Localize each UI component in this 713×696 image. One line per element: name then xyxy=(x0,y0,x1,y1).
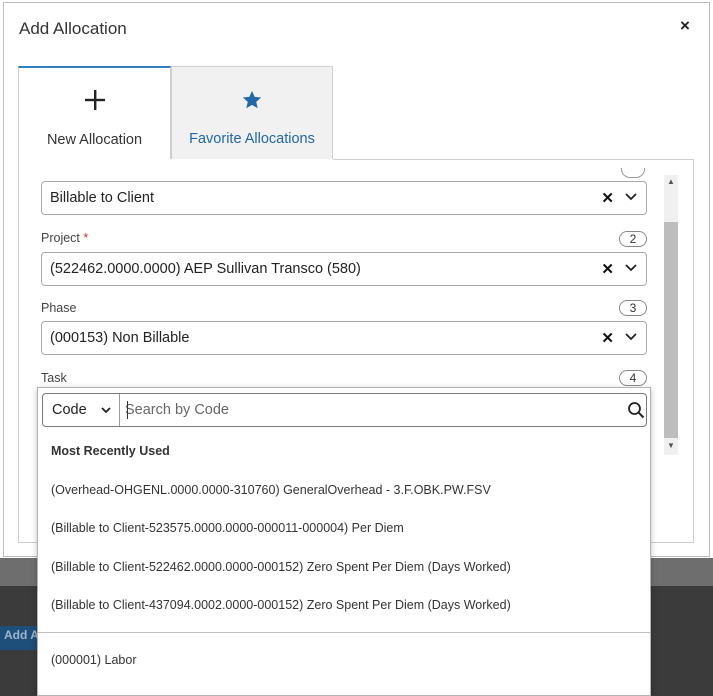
text-cursor xyxy=(127,401,128,419)
tab-new-allocation-label: New Allocation xyxy=(46,132,143,148)
clear-allocation-type-icon[interactable]: ✕ xyxy=(601,189,614,207)
chevron-down-icon[interactable] xyxy=(624,189,638,203)
list-item[interactable]: (Billable to Client-437094.0002.0000-000… xyxy=(51,598,511,612)
dropdown-divider xyxy=(38,632,650,633)
allocation-type-value: Billable to Client xyxy=(50,190,154,206)
scroll-down-arrow-icon[interactable]: ▼ xyxy=(664,440,678,452)
project-value: (522462.0000.0000) AEP Sullivan Transco … xyxy=(50,261,361,277)
search-type-select[interactable]: Code xyxy=(43,394,120,426)
chevron-down-icon[interactable] xyxy=(624,260,638,274)
list-item[interactable]: (Billable to Client-523575.0000.0000-000… xyxy=(51,521,404,535)
task-search-input[interactable] xyxy=(125,397,605,423)
star-icon xyxy=(172,89,332,119)
step-badge-3: 3 xyxy=(619,300,647,316)
search-type-value: Code xyxy=(52,402,87,418)
list-item[interactable]: (000001) Labor xyxy=(51,653,136,667)
tab-favorite-allocations-label: Favorite Allocations xyxy=(189,131,315,147)
most-recently-used-heading: Most Recently Used xyxy=(51,444,170,458)
phase-value: (000153) Non Billable xyxy=(50,330,190,346)
project-label-text: Project xyxy=(41,231,80,245)
close-icon[interactable]: × xyxy=(676,17,694,35)
plus-icon xyxy=(19,88,170,118)
tab-favorite-allocations[interactable]: Favorite Allocations xyxy=(171,66,333,160)
task-search-row: Code xyxy=(42,393,647,427)
scroll-up-arrow-icon[interactable]: ▲ xyxy=(664,176,678,188)
required-marker: * xyxy=(83,231,89,245)
chevron-down-icon xyxy=(101,407,111,414)
project-label: Project * xyxy=(41,231,88,245)
step-badge-2: 2 xyxy=(619,231,647,247)
panel-border xyxy=(333,159,694,160)
step-badge-4: 4 xyxy=(619,370,647,386)
allocation-type-select[interactable]: Billable to Client ✕ xyxy=(41,181,647,215)
form-scrollbar-thumb[interactable] xyxy=(664,222,678,438)
search-icon[interactable] xyxy=(627,401,645,419)
phase-select[interactable]: (000153) Non Billable ✕ xyxy=(41,321,647,355)
task-label: Task xyxy=(41,371,67,385)
clear-phase-icon[interactable]: ✕ xyxy=(601,329,614,347)
phase-label: Phase xyxy=(41,301,77,315)
list-item[interactable]: (Overhead-OHGENL.0000.0000-310760) Gener… xyxy=(51,483,491,497)
project-select[interactable]: (522462.0000.0000) AEP Sullivan Transco … xyxy=(41,252,647,286)
tab-new-allocation[interactable]: New Allocation xyxy=(18,66,171,160)
list-item[interactable]: (Billable to Client-522462.0000.0000-000… xyxy=(51,560,511,574)
modal-title: Add Allocation xyxy=(19,19,127,38)
task-dropdown: Code Most Recently Used (Overhead-OHGENL… xyxy=(37,387,651,696)
background-add-button-label: Add A xyxy=(4,628,39,642)
clear-project-icon[interactable]: ✕ xyxy=(601,260,614,278)
chevron-down-icon[interactable] xyxy=(624,329,638,343)
